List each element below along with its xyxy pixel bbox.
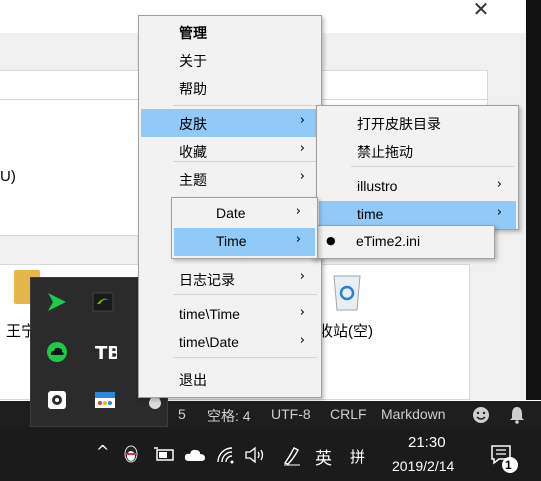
chevron-right-icon: › [295,232,301,247]
menu-item-禁止拖动[interactable]: 禁止拖动 [319,137,516,165]
menu-item-label: 皮肤 [179,116,207,132]
menu-item-主题[interactable]: 主题 › [141,165,319,193]
chevron-right-icon: › [299,141,305,156]
menu-item-日志记录[interactable]: 日志记录 › [141,265,319,293]
time-submenu: ● eTime2.ini [311,225,495,259]
menu-item-label: 管理 [179,25,207,41]
taskbar: ^ 英 拼 21:30 2019/2/14 1 [0,428,541,481]
chevron-right-icon: › [295,204,301,219]
menu-item-label: Time [216,233,247,249]
clock-date[interactable]: 2019/2/14 [392,458,454,474]
menu-item-label: time [357,206,384,222]
volume-icon[interactable] [244,446,266,464]
skin-submenu: 打开皮肤目录 禁止拖动 illustro › time › [316,105,519,230]
menu-item-etime2-ini[interactable]: ● eTime2.ini [314,228,492,256]
menu-item-time-time[interactable]: time\Time › [141,301,319,329]
menu-item-time-date[interactable]: time\Date › [141,329,319,357]
menu-item-打开皮肤目录[interactable]: 打开皮肤目录 [319,109,516,137]
onedrive-cloud-icon[interactable] [184,448,206,462]
menu-item-label: Date [216,205,246,221]
nvidia-tray-icon[interactable] [91,290,115,314]
menu-separator [173,294,317,295]
menu-separator [351,166,514,167]
status-partial: 5 [178,406,186,422]
menu-item-label: 关于 [179,53,207,69]
menu-item-label: 日志记录 [179,272,235,288]
show-hidden-icons-chevron[interactable]: ^ [96,442,109,461]
close-icon[interactable]: ✕ [466,0,496,20]
recycle-bin-label: 收站(空) [318,323,373,340]
menu-item-帮助[interactable]: 帮助 [141,74,319,102]
menu-item-time[interactable]: Time › [174,228,315,256]
menu-item-label: 收藏 [179,144,207,160]
status-spaces[interactable]: 空格: 4 [207,406,251,426]
checked-bullet-icon: ● [326,234,336,247]
time-skin-submenu: Date › Time › [171,197,318,259]
menu-item-退出[interactable]: 退出 [141,365,319,393]
menu-item-label: 帮助 [179,81,207,97]
ime-language-indicator[interactable]: 英 [315,444,332,469]
clock-time[interactable]: 21:30 [408,434,446,451]
menu-item-label: 禁止拖动 [357,144,413,160]
chevron-right-icon: › [299,169,305,184]
menu-item-label: time\Time [179,306,240,322]
menu-separator [173,357,317,358]
recycle-bin-icon[interactable] [328,270,366,312]
menu-item-管理[interactable]: 管理 [141,18,319,46]
notification-count-badge: 1 [505,458,512,472]
pen-ink-icon[interactable] [282,444,302,466]
menu-item-label: eTime2.ini [356,233,421,249]
menu-item-illustro[interactable]: illustro › [319,173,516,201]
tb-tray-icon[interactable]: TB [93,340,117,364]
menu-item-label: 退出 [179,372,207,388]
ime-mode-indicator[interactable]: 拼 [350,446,365,467]
chevron-right-icon: › [299,269,305,284]
chevron-right-icon: › [299,305,305,320]
background-edge [526,0,541,400]
menu-separator [173,161,317,162]
menu-item-date[interactable]: Date › [174,200,315,228]
status-encoding[interactable]: UTF-8 [271,406,311,422]
status-eol[interactable]: CRLF [330,406,367,422]
background-partial-label: U) [0,168,16,185]
colorful-app-tray-icon[interactable] [93,388,117,412]
chevron-right-icon: › [496,177,502,192]
wifi-icon[interactable] [216,446,236,464]
svg-text:TB: TB [95,343,117,364]
status-language[interactable]: Markdown [381,406,446,422]
menu-item-皮肤[interactable]: 皮肤 › [141,109,319,137]
gear-tray-icon[interactable] [45,388,69,412]
chevron-right-icon: › [299,113,305,128]
feedback-smiley-icon[interactable] [472,406,490,424]
battery-icon[interactable] [154,446,176,462]
menu-item-label: 主题 [179,172,207,188]
menu-item-label: illustro [357,178,398,194]
notification-bell-icon[interactable] [509,406,525,424]
menu-item-label: time\Date [179,334,239,350]
green-arrow-tray-icon[interactable] [45,290,69,314]
green-cloud-tray-icon[interactable] [45,340,69,364]
menu-item-label: 打开皮肤目录 [357,116,441,132]
qq-penguin-icon[interactable] [122,444,140,464]
chevron-right-icon: › [299,333,305,348]
chevron-right-icon: › [496,205,502,220]
menu-item-关于[interactable]: 关于 [141,46,319,74]
menu-separator [173,105,317,106]
